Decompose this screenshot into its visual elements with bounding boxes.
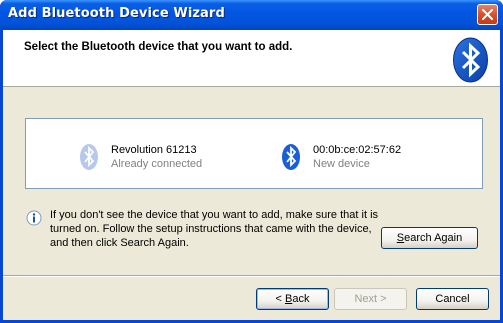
title-bar[interactable]: Add Bluetooth Device Wizard	[0, 0, 503, 30]
device-item-revolution[interactable]: Revolution 61213 Already connected	[79, 141, 229, 175]
device-status: Already connected	[111, 158, 203, 170]
bluetooth-logo-icon	[453, 37, 488, 83]
wizard-window: Add Bluetooth Device Wizard Select the B…	[0, 0, 503, 323]
next-button[interactable]: Next >	[334, 288, 407, 310]
device-name: 00:0b:ce:02:57:62	[313, 144, 402, 156]
device-name: Revolution 61213	[111, 144, 197, 156]
close-icon	[482, 9, 493, 20]
close-button[interactable]	[477, 4, 498, 25]
info-icon	[26, 210, 42, 226]
bluetooth-icon	[80, 144, 98, 170]
device-item-new[interactable]: 00:0b:ce:02:57:62 New device	[281, 141, 441, 175]
footer-divider	[3, 275, 500, 277]
window-title: Add Bluetooth Device Wizard	[8, 6, 225, 21]
dialog-body: Select the Bluetooth device that you wan…	[3, 30, 500, 320]
search-again-button[interactable]: Search Again	[381, 227, 478, 249]
cancel-button[interactable]: Cancel	[416, 288, 489, 310]
device-status: New device	[313, 158, 370, 170]
wizard-header: Select the Bluetooth device that you wan…	[3, 30, 500, 87]
device-list: Revolution 61213 Already connected 00:0b…	[25, 118, 483, 189]
page-title: Select the Bluetooth device that you wan…	[24, 41, 293, 53]
back-button[interactable]: < Back	[256, 288, 329, 310]
bluetooth-icon	[282, 144, 300, 170]
info-message: If you don't see the device that you wan…	[50, 209, 379, 249]
